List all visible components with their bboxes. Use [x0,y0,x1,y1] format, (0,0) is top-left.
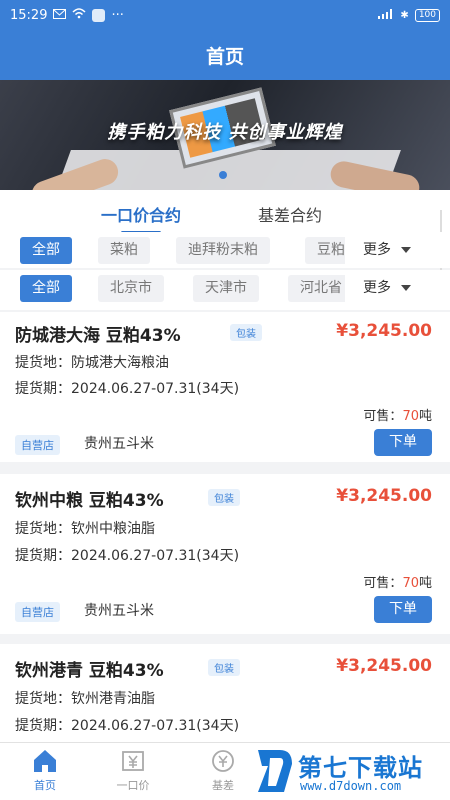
status-time: 15:29 [10,7,48,23]
contract-tabs: 一口价合约 基差合约 [0,190,450,270]
app-notification-icon [92,8,106,22]
listing-price: ¥3,245.00 [336,321,432,341]
product-filter-row: 全部 菜粕 迪拜粉末粕 豆粕 更多 [0,232,450,268]
pickup-period: 提货期：2024.06.27-07.31(34天) [15,378,239,398]
site-watermark: 第七下载站 www.d7down.com [254,746,446,798]
package-tag: 包装 [230,324,262,341]
listing-price: ¥3,245.00 [336,656,432,676]
pickup-place: 提货地：钦州中粮油脂 [15,521,155,537]
product-chip-all[interactable]: 全部 [20,237,72,264]
package-tag: 包装 [208,659,240,676]
order-button[interactable]: 下单 [374,596,432,623]
order-button[interactable]: 下单 [374,429,432,456]
nav-label: 基差 [212,779,234,792]
pickup-period-label: 提货期： [15,548,71,564]
more-label: 更多 [363,242,391,258]
product-more-button[interactable]: 更多 [345,237,440,264]
region-chip[interactable]: 天津市 [193,275,259,302]
available-num: 70 [402,409,419,424]
pickup-period-value: 2024.06.27-07.31(34天) [71,718,240,734]
available-quantity: 可售：70吨 [363,572,432,591]
product-chip[interactable]: 菜粕 [98,237,150,264]
seller-name: 贵州五斗米 [84,436,154,452]
listing-card[interactable]: 钦州港青 豆粕43% 包装 ¥3,245.00 提货地：钦州港青油脂 提货期：2… [0,644,450,742]
available-unit: 吨 [418,576,432,591]
pickup-place: 提货地：防城港大海粮油 [15,355,169,371]
watermark-url: www.d7down.com [300,779,402,793]
listing-card[interactable]: 防城港大海 豆粕43% 包装 ¥3,245.00 提货地：防城港大海粮油 提货期… [0,312,450,462]
seller-name: 贵州五斗米 [84,603,154,619]
home-icon [31,747,59,775]
nav-fixed-price[interactable]: 一口价 [98,747,168,793]
nav-home[interactable]: 首页 [10,747,80,793]
pickup-period: 提货期：2024.06.27-07.31(34天) [15,715,239,735]
bluetooth-icon: ✱ [400,9,409,21]
yuan-note-icon [119,747,147,775]
battery-indicator: 100 [414,8,440,22]
pickup-period-value: 2024.06.27-07.31(34天) [71,381,240,397]
tab-fixed-price[interactable]: 一口价合约 [101,202,181,234]
region-filter-row: 全部 北京市 天津市 河北省 更多 [0,270,450,310]
available-label: 可售： [363,576,403,591]
signal-icon [378,8,394,22]
status-bar: 15:29 ··· ✱ 100 [0,0,450,30]
pickup-period-label: 提货期： [15,381,71,397]
product-chip[interactable]: 迪拜粉末粕 [176,237,270,264]
listing-title: 防城港大海 豆粕43% [15,326,181,346]
pickup-place: 提货地：钦州港青油脂 [15,691,155,707]
region-chip-all[interactable]: 全部 [20,275,72,302]
store-badge: 自营店 [15,602,60,622]
wifi-icon [72,7,86,23]
available-quantity: 可售：70吨 [363,405,432,424]
available-unit: 吨 [418,409,432,424]
chevron-down-icon [401,247,411,253]
pickup-period-label: 提货期： [15,718,71,734]
region-chip[interactable]: 北京市 [98,275,164,302]
nav-basis[interactable]: 基差 [188,747,258,793]
d7-logo-icon [254,746,294,796]
region-more-button[interactable]: 更多 [345,275,440,302]
yuan-coin-icon [209,747,237,775]
listing-title: 钦州港青 豆粕43% [15,661,164,681]
banner-page-indicator [219,171,227,179]
listing-card[interactable]: 钦州中粮 豆粕43% 包装 ¥3,245.00 提货地：钦州中粮油脂 提货期：2… [0,474,450,634]
chevron-down-icon [401,285,411,291]
package-tag: 包装 [208,489,240,506]
mail-icon [53,8,67,23]
more-notifications-icon: ··· [111,7,124,23]
listing-title: 钦州中粮 豆粕43% [15,491,164,511]
watermark-text: 第七下载站 [298,754,423,782]
pickup-period-value: 2024.06.27-07.31(34天) [71,548,240,564]
banner-slogan: 携手粕力科技 共创事业辉煌 [107,122,343,143]
more-label: 更多 [363,280,391,296]
nav-label: 一口价 [116,779,150,792]
page-title: 首页 [0,30,450,80]
store-badge: 自营店 [15,435,60,455]
available-label: 可售： [363,409,403,424]
nav-label: 首页 [34,779,56,792]
tab-basis[interactable]: 基差合约 [258,202,322,226]
pickup-period: 提货期：2024.06.27-07.31(34天) [15,545,239,565]
listing-price: ¥3,245.00 [336,486,432,506]
available-num: 70 [402,576,419,591]
